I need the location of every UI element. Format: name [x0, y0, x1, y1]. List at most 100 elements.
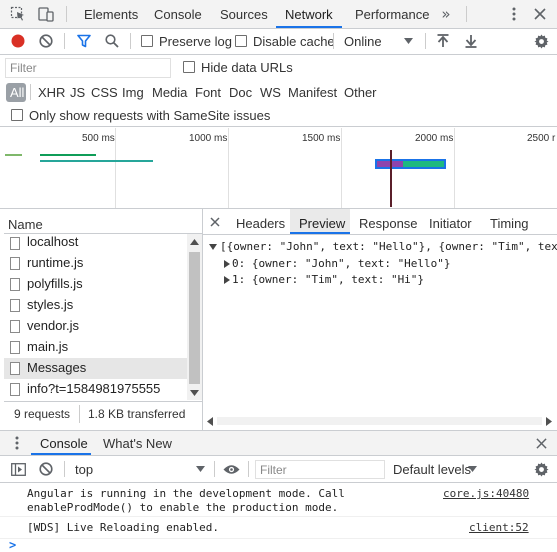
filter-placeholder: Filter — [10, 61, 37, 75]
console-toolbar-separator — [64, 461, 65, 477]
console-message-source-link[interactable]: core.js:40480 — [443, 487, 529, 501]
export-har-icon[interactable] — [463, 33, 479, 49]
console-message-source-link[interactable]: client:52 — [469, 521, 529, 535]
file-icon — [10, 362, 20, 375]
type-filter-img[interactable]: Img — [122, 86, 144, 100]
type-filter-separator — [30, 84, 31, 100]
request-row[interactable]: main.js — [4, 337, 187, 358]
timeline-tick-label: 2500 r — [527, 133, 556, 144]
detail-tab-response[interactable]: Response — [359, 216, 418, 231]
request-count: 9 requests — [14, 407, 71, 421]
tab-console[interactable]: Console — [154, 7, 202, 22]
request-row[interactable]: runtime.js — [4, 253, 187, 274]
search-icon[interactable] — [104, 33, 120, 49]
device-toolbar-icon[interactable] — [38, 6, 54, 22]
live-expression-eye-icon[interactable] — [222, 461, 240, 477]
timeline-bar-segment — [403, 161, 444, 167]
name-column-header[interactable]: Name — [8, 217, 43, 232]
type-filter-other[interactable]: Other — [344, 86, 377, 100]
drawer-menu-icon[interactable] — [10, 436, 24, 450]
type-filter-xhr[interactable]: XHR — [38, 86, 65, 100]
request-row[interactable]: styles.js — [4, 295, 187, 316]
disable-cache-label: Disable cache — [253, 34, 335, 49]
preview-root-array: [{owner: "John", text: "Hello"}, {owner:… — [220, 240, 557, 253]
scroll-left-arrow-icon[interactable] — [204, 414, 216, 428]
inspect-element-icon[interactable] — [10, 6, 26, 22]
scroll-down-arrow-icon[interactable] — [187, 387, 202, 399]
tab-elements[interactable]: Elements — [84, 7, 138, 22]
console-filter-input[interactable]: Filter — [255, 460, 385, 479]
request-row[interactable]: info?t=1584981975555 — [4, 379, 187, 400]
record-icon[interactable] — [10, 33, 26, 49]
timeline-tick-label: 1000 ms — [189, 133, 228, 144]
dropdown-caret-icon[interactable] — [402, 35, 414, 47]
console-sidebar-icon[interactable] — [10, 461, 26, 477]
expand-triangle-open-icon[interactable] — [208, 242, 218, 252]
close-drawer-icon[interactable] — [534, 436, 548, 450]
preserve-log-checkbox[interactable] — [141, 35, 153, 47]
type-filter-doc[interactable]: Doc — [229, 86, 252, 100]
type-filter-js[interactable]: JS — [70, 86, 85, 100]
request-row[interactable]: vendor.js — [4, 316, 187, 337]
tab-performance[interactable]: Performance — [355, 7, 429, 22]
detail-tab-headers[interactable]: Headers — [236, 216, 285, 231]
context-dropdown-caret-icon[interactable] — [194, 463, 206, 475]
hide-data-urls-checkbox[interactable] — [183, 61, 195, 73]
import-har-icon[interactable] — [435, 33, 451, 49]
hide-data-urls-label: Hide data URLs — [201, 60, 293, 75]
scroll-up-arrow-icon[interactable] — [187, 236, 202, 248]
clear-console-icon[interactable] — [38, 461, 54, 477]
file-icon — [10, 237, 20, 250]
detail-tab-initiator[interactable]: Initiator — [429, 216, 472, 231]
request-row-selected[interactable]: Messages — [4, 358, 187, 379]
log-levels-select[interactable]: Default levels — [393, 462, 471, 477]
type-filter-media[interactable]: Media — [152, 86, 187, 100]
close-devtools-icon[interactable] — [532, 6, 548, 22]
panel-split-divider[interactable] — [202, 209, 203, 430]
request-name: polyfills.js — [27, 276, 83, 291]
tab-sources[interactable]: Sources — [220, 7, 268, 22]
horizontal-scrollbar-track[interactable] — [217, 417, 542, 425]
network-settings-gear-icon[interactable] — [533, 33, 549, 49]
type-filter-ws[interactable]: WS — [260, 86, 281, 100]
filter-funnel-icon[interactable] — [76, 33, 92, 49]
context-select[interactable]: top — [75, 462, 93, 477]
toolbar-separator — [425, 33, 426, 49]
filter-input[interactable]: Filter — [5, 58, 171, 78]
timeline-tick-label: 1500 ms — [302, 133, 341, 144]
close-detail-icon[interactable] — [208, 215, 222, 229]
file-icon — [10, 341, 20, 354]
request-row[interactable]: localhost — [4, 233, 187, 254]
console-settings-gear-icon[interactable] — [533, 461, 549, 477]
type-filter-css[interactable]: CSS — [91, 86, 118, 100]
file-icon — [10, 299, 20, 312]
expand-triangle-icon[interactable] — [222, 275, 232, 285]
drawer-tab-console[interactable]: Console — [40, 436, 88, 451]
levels-dropdown-caret-icon[interactable] — [466, 463, 478, 475]
samesite-checkbox[interactable] — [11, 109, 23, 121]
request-name: main.js — [27, 339, 69, 354]
type-filter-font[interactable]: Font — [195, 86, 221, 100]
preview-array-item: 0: {owner: "John", text: "Hello"} — [232, 257, 451, 270]
scrollbar-thumb[interactable] — [189, 252, 200, 384]
timeline-tick-label: 2000 ms — [415, 133, 454, 144]
detail-tabs-divider — [203, 234, 557, 235]
kebab-menu-icon[interactable] — [506, 6, 522, 22]
request-row[interactable]: polyfills.js — [4, 274, 187, 295]
drawer-active-tab-indicator — [31, 453, 91, 455]
expand-triangle-icon[interactable] — [222, 259, 232, 269]
more-tabs-icon[interactable]: » — [438, 5, 454, 23]
drawer-tab-whats-new[interactable]: What's New — [103, 436, 172, 451]
scroll-right-arrow-icon[interactable] — [543, 414, 555, 428]
disable-cache-checkbox[interactable] — [235, 35, 247, 47]
type-filter-manifest[interactable]: Manifest — [288, 86, 337, 100]
type-filter-all[interactable]: All — [10, 86, 24, 100]
file-icon — [10, 278, 20, 291]
timeline-gridline — [341, 128, 342, 208]
console-prompt-input[interactable] — [0, 539, 557, 552]
throttling-select[interactable]: Online — [344, 34, 382, 49]
clear-icon[interactable] — [38, 33, 54, 49]
detail-tab-preview[interactable]: Preview — [299, 216, 345, 231]
detail-tab-timing[interactable]: Timing — [490, 216, 529, 231]
tab-network[interactable]: Network — [285, 7, 333, 22]
